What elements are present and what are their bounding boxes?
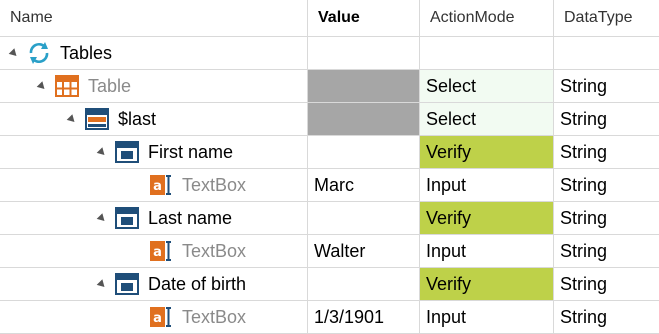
tree-row[interactable]: Table Select String bbox=[0, 70, 659, 103]
cell-icon bbox=[114, 205, 140, 231]
tree-item-label: TextBox bbox=[182, 174, 247, 195]
expand-arrow-icon[interactable] bbox=[66, 113, 78, 125]
action-mode-cell[interactable]: Input bbox=[420, 169, 554, 202]
tree-item-label: TextBox bbox=[182, 240, 247, 261]
value-cell[interactable]: Walter bbox=[308, 235, 420, 268]
table-row-icon bbox=[84, 106, 110, 132]
header-name[interactable]: Name bbox=[0, 0, 308, 37]
value-cell[interactable] bbox=[308, 37, 420, 70]
tree-grid: Name Value ActionMode DataType Tables Ta… bbox=[0, 0, 659, 334]
tree-item-label: First name bbox=[148, 141, 234, 162]
data-type-cell[interactable]: String bbox=[554, 136, 659, 169]
tree-item-label: Tables bbox=[60, 42, 113, 63]
header-data-type[interactable]: DataType bbox=[554, 0, 659, 37]
data-type-cell[interactable] bbox=[554, 37, 659, 70]
action-mode-cell[interactable]: Verify bbox=[420, 202, 554, 235]
cell-icon bbox=[114, 139, 140, 165]
action-mode-cell[interactable]: Verify bbox=[420, 136, 554, 169]
table-icon bbox=[54, 73, 80, 99]
svg-text:a: a bbox=[153, 311, 162, 326]
tree-item-label: TextBox bbox=[182, 306, 247, 327]
value-cell[interactable] bbox=[308, 103, 420, 136]
header-value[interactable]: Value bbox=[308, 0, 420, 37]
action-mode-cell[interactable]: Select bbox=[420, 70, 554, 103]
textbox-icon: a bbox=[148, 172, 174, 198]
action-mode-cell[interactable] bbox=[420, 37, 554, 70]
tree-row[interactable]: $last Select String bbox=[0, 103, 659, 136]
textbox-icon: a bbox=[148, 304, 174, 330]
value-cell[interactable] bbox=[308, 70, 420, 103]
svg-text:a: a bbox=[153, 179, 162, 194]
tree-item-label: Table bbox=[88, 75, 132, 96]
expand-arrow-icon[interactable] bbox=[36, 80, 48, 92]
value-cell[interactable]: 1/3/1901 bbox=[308, 301, 420, 334]
data-type-cell[interactable]: String bbox=[554, 202, 659, 235]
data-type-cell[interactable]: String bbox=[554, 169, 659, 202]
value-cell[interactable] bbox=[308, 268, 420, 301]
tree-item-label: $last bbox=[118, 108, 157, 129]
data-type-cell[interactable]: String bbox=[554, 235, 659, 268]
value-cell[interactable] bbox=[308, 202, 420, 235]
data-type-cell[interactable]: String bbox=[554, 103, 659, 136]
data-type-cell[interactable]: String bbox=[554, 70, 659, 103]
expand-arrow-icon[interactable] bbox=[8, 47, 20, 59]
value-cell[interactable]: Marc bbox=[308, 169, 420, 202]
value-cell[interactable] bbox=[308, 136, 420, 169]
tree-row[interactable]: a TextBox 1/3/1901 Input String bbox=[0, 301, 659, 334]
textbox-icon: a bbox=[148, 238, 174, 264]
tree-row[interactable]: Last name Verify String bbox=[0, 202, 659, 235]
action-mode-cell[interactable]: Select bbox=[420, 103, 554, 136]
tree-row[interactable]: a TextBox Marc Input String bbox=[0, 169, 659, 202]
data-type-cell[interactable]: String bbox=[554, 301, 659, 334]
tree-row[interactable]: Tables bbox=[0, 37, 659, 70]
header-action-mode[interactable]: ActionMode bbox=[420, 0, 554, 37]
action-mode-cell[interactable]: Input bbox=[420, 301, 554, 334]
action-mode-cell[interactable]: Verify bbox=[420, 268, 554, 301]
tree-row[interactable]: Date of birth Verify String bbox=[0, 268, 659, 301]
refresh-icon bbox=[26, 40, 52, 66]
expand-arrow-icon[interactable] bbox=[96, 278, 108, 290]
tree-row[interactable]: First name Verify String bbox=[0, 136, 659, 169]
header-row: Name Value ActionMode DataType bbox=[0, 0, 659, 37]
action-mode-cell[interactable]: Input bbox=[420, 235, 554, 268]
expand-arrow-icon[interactable] bbox=[96, 212, 108, 224]
data-type-cell[interactable]: String bbox=[554, 268, 659, 301]
svg-text:a: a bbox=[153, 245, 162, 260]
expand-arrow-icon[interactable] bbox=[96, 146, 108, 158]
tree-item-label: Last name bbox=[148, 207, 233, 228]
tree-item-label: Date of birth bbox=[148, 273, 247, 294]
tree-row[interactable]: a TextBox Walter Input String bbox=[0, 235, 659, 268]
cell-icon bbox=[114, 271, 140, 297]
